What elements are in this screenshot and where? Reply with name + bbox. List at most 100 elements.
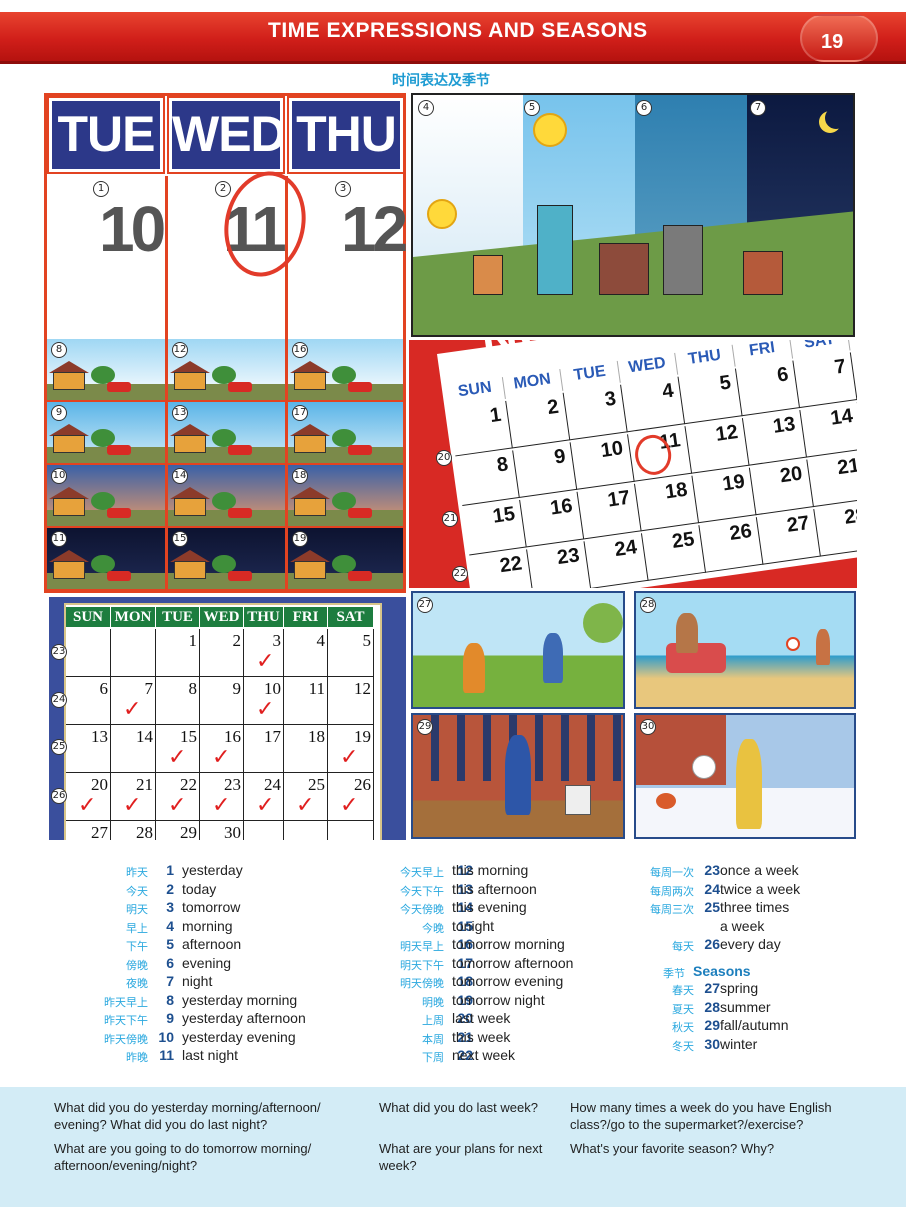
calendar-day: 15 [462, 499, 527, 556]
calendar-day [244, 821, 284, 840]
vocab-english: three times [720, 899, 790, 915]
time-of-day-thumbnail: 11 [47, 528, 165, 591]
vocab-english: this week [452, 1028, 511, 1045]
calendar-day: 3 [563, 384, 628, 441]
calendar-day: 30 [200, 821, 244, 840]
check-mark-icon: ✓ [123, 793, 142, 818]
vocab-item: 明天 3 tomorrow [0, 899, 330, 918]
vocab-chinese: 每周三次 [650, 903, 694, 916]
calendar-day: 20 [749, 459, 814, 516]
vocab-item: 夜晚 7 night [0, 973, 330, 992]
dow-label: SAT [328, 607, 374, 627]
calendar-day [284, 821, 328, 840]
vocab-english: night [182, 973, 213, 989]
item-marker: 9 [51, 405, 67, 421]
vocab-item: 春天 27 spring [610, 980, 906, 999]
calendar-day: 18 [634, 475, 700, 532]
vocab-chinese: 春天 [672, 984, 694, 997]
calendar-day: 26 [699, 517, 764, 573]
calendar-day: 6 [66, 677, 111, 725]
item-marker: 10 [51, 468, 67, 484]
vocab-chinese: 今天早上 [400, 866, 444, 879]
vocab-english: last night [182, 1047, 239, 1063]
vocab-number: 11 [159, 1047, 174, 1063]
item-marker: 22 [452, 566, 468, 582]
dow-label: TUE [156, 607, 200, 627]
vocab-chinese: 夜晚 [126, 977, 148, 990]
vocab-english: yesterday [182, 862, 243, 878]
vocab-english: yesterday morning [182, 991, 298, 1008]
calendar-day: 16 [520, 491, 585, 548]
vocab-number: 28 [704, 998, 720, 1015]
check-mark-icon: ✓ [340, 745, 359, 770]
calendar-day: 8 [156, 677, 200, 725]
calendar-day: 1 [156, 629, 200, 677]
vocab-number: 6 [166, 954, 174, 971]
item-marker: 19 [292, 531, 308, 547]
vocab-chinese: 下周 [422, 1051, 444, 1064]
vocab-chinese: 早上 [126, 921, 148, 935]
vocab-english: every day [720, 936, 781, 952]
vocab-item: 每周三次 25 three times [610, 899, 906, 918]
dow-label: THU [244, 607, 284, 627]
vocab-chinese: 明天早上 [400, 940, 444, 953]
spring-illustration: 27 [411, 591, 625, 709]
vocab-item: 冬天 30 winter [610, 1036, 906, 1055]
vocab-number: 23 [704, 862, 720, 878]
vocab-english: this evening [452, 899, 527, 915]
vocab-number: 27 [704, 980, 720, 996]
check-mark-icon: ✓ [78, 793, 97, 818]
vocab-chinese: 傍晚 [126, 958, 148, 972]
vocab-chinese: 每天 [672, 940, 694, 953]
item-marker: 23 [51, 644, 67, 660]
vocab-chinese: 今天下午 [400, 884, 444, 898]
vocab-item: 明天早上 16 tomorrow morning [330, 936, 610, 955]
calendar-day: 9 [513, 442, 578, 498]
vocab-number: 29 [704, 1017, 720, 1033]
vocab-item: 昨天 1 yesterday [0, 862, 330, 881]
vocab-number: 1 [166, 862, 174, 878]
item-marker: 30 [640, 719, 656, 735]
vocab-list-2: 今天早上 12 this morning 今天下午 13 this afternoon 今天… [330, 862, 610, 1066]
vocab-chinese: 冬天 [672, 1039, 694, 1053]
item-marker: 18 [292, 468, 308, 484]
vocab-number: 3 [166, 899, 174, 915]
vocab-list-3: 每周一次 23 once a week 每周两次 24 twice a week 每周三次 2… [610, 862, 906, 955]
day-date: 10 [99, 193, 166, 265]
vocab-chinese: 昨天早上 [104, 995, 148, 1009]
item-marker: 14 [172, 468, 188, 484]
november-calendar: NOVEMBER SUNMONTUEWEDTHUFRISAT1234567891… [409, 340, 857, 588]
vocab-item: 今天 2 today [0, 881, 330, 900]
vocab-item: 明天傍晚 18 tomorrow evening [330, 973, 610, 992]
calendar-day: 29 [156, 821, 200, 840]
vocab-item: 夏天 28 summer [610, 999, 906, 1018]
vocab-english: summer [720, 998, 771, 1015]
vocab-english: this afternoon [452, 880, 537, 897]
calendar-day: 9 [200, 677, 244, 725]
item-marker: 16 [292, 342, 308, 358]
vocab-item: a week [610, 918, 906, 937]
calendar-day: 8 [455, 450, 520, 506]
vocab-item: 今晚 15 tonight [330, 918, 610, 937]
calendar-day: 24 [584, 533, 649, 588]
check-mark-icon: ✓ [168, 745, 187, 770]
vocab-item: 下午 5 afternoon [0, 936, 330, 955]
monthly-calendar: SUN MON TUE WED THU FRI SAT 1 2 3 ✓ 4 5 6 7 ✓ 8 9 10 ✓ 11 12 1… [49, 597, 406, 840]
vocab-list-1: 昨天 1 yesterday 今天 2 today 明天 3 tomorrow 早上 4 mornin… [0, 862, 330, 1066]
dow-label: MON [111, 607, 156, 627]
sun-icon [533, 113, 567, 147]
time-of-day-thumbnail: 16 [285, 339, 403, 402]
dow-label: SUN [66, 607, 111, 627]
item-marker: 6 [636, 100, 652, 116]
check-mark-icon: ✓ [296, 793, 315, 818]
item-marker: 26 [51, 788, 67, 804]
vocab-chinese: 下午 [126, 940, 148, 953]
item-marker: 12 [172, 342, 188, 358]
discussion-questions: What did you do yesterday morning/aftern… [0, 1087, 906, 1207]
vocab-chinese: 昨天 [126, 866, 148, 879]
sun-icon [427, 199, 457, 229]
vocab-english: tonight [452, 917, 495, 934]
calendar-day: 12 [685, 418, 750, 474]
vocab-english: yesterday afternoon [182, 1010, 306, 1026]
vocab-number: 10 [158, 1028, 174, 1045]
